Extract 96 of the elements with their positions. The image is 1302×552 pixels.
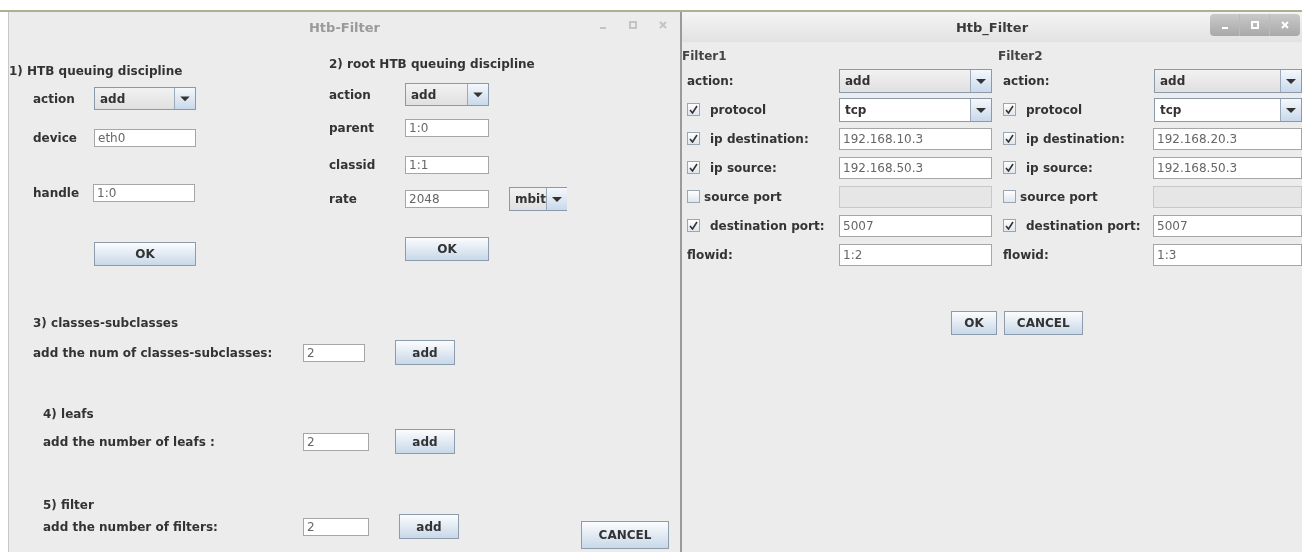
field-label: add the num of classes-subclasses: — [33, 345, 274, 360]
input-field[interactable]: 2 — [303, 343, 365, 362]
close-icon — [659, 21, 667, 29]
field-label: source port — [704, 189, 782, 204]
input-field[interactable]: eth0 — [94, 129, 196, 147]
checkmark-icon — [1005, 163, 1014, 172]
field-label: add the number of filters: — [43, 519, 219, 534]
checkbox[interactable] — [1003, 103, 1016, 116]
add-button[interactable]: add — [395, 340, 455, 365]
input-field[interactable]: 1:0 — [93, 184, 195, 202]
input-field[interactable]: 1:0 — [405, 118, 489, 137]
dropdown[interactable]: add — [405, 83, 489, 106]
ok-button[interactable]: OK — [94, 242, 196, 266]
window-title: Htb-Filter — [309, 19, 380, 35]
add-button[interactable]: add — [399, 514, 459, 539]
minimize-icon — [600, 27, 606, 29]
input-field[interactable]: 192.168.10.3 — [839, 127, 992, 150]
field-label: parent — [329, 120, 376, 135]
input-field[interactable]: 192.168.50.3 — [839, 156, 992, 179]
input-field[interactable]: 1:3 — [1153, 243, 1302, 266]
field-label: ip destination: — [709, 131, 809, 146]
field-label: handle — [33, 186, 81, 200]
input-field[interactable]: 2 — [303, 517, 369, 536]
field-label: ip source: — [709, 160, 777, 175]
section-heading: 2) root HTB queuing discipline — [329, 57, 536, 73]
caret-icon — [1280, 69, 1301, 92]
checkbox[interactable] — [687, 132, 700, 145]
field-label: ip source: — [1025, 160, 1093, 175]
input-field[interactable]: 1:2 — [839, 243, 992, 266]
input-field[interactable]: 5007 — [1153, 214, 1302, 237]
window-title: Htb_Filter — [955, 19, 1029, 35]
field-label: protocol — [1025, 102, 1083, 117]
field-label: rate — [329, 192, 358, 206]
field-label: source port — [1020, 189, 1098, 204]
section-heading: 3) classes-subclasses — [33, 316, 180, 332]
caret-icon — [970, 69, 991, 92]
field-label: action: — [1003, 73, 1050, 88]
checkmark-icon — [689, 163, 698, 172]
maximize-icon — [1250, 21, 1259, 29]
section-heading: 5) filter — [43, 498, 95, 514]
checkbox[interactable] — [687, 103, 700, 116]
field-label: add the number of leafs : — [43, 434, 216, 449]
checkbox[interactable] — [1003, 161, 1016, 174]
minimize-button[interactable] — [1210, 14, 1240, 36]
dropdown[interactable]: mbit — [509, 187, 567, 211]
maximize-icon — [629, 21, 637, 29]
field-label: protocol — [709, 102, 767, 117]
field-label: action: — [687, 73, 734, 88]
checkbox[interactable] — [1003, 132, 1016, 145]
add-button[interactable]: add — [395, 429, 455, 454]
input-field[interactable]: 5007 — [839, 214, 992, 237]
section-heading: 4) leafs — [43, 407, 95, 423]
checkbox[interactable] — [1003, 219, 1016, 232]
field-label: flowid: — [1003, 247, 1049, 262]
column-heading: Filter1 — [682, 48, 727, 65]
caret-icon — [970, 98, 991, 121]
field-label: classid — [329, 158, 377, 172]
dropdown[interactable]: add — [839, 68, 992, 93]
minimize-icon — [1221, 27, 1228, 29]
input-field[interactable]: 2 — [303, 432, 369, 451]
input-field[interactable]: 1:1 — [405, 156, 489, 174]
caret-icon — [467, 84, 488, 105]
checkbox[interactable] — [687, 161, 700, 174]
field-label: destination port: — [709, 218, 825, 233]
caret-icon — [1280, 98, 1301, 121]
dropdown[interactable]: add — [94, 87, 196, 110]
cancel-button[interactable]: CANCEL — [581, 521, 669, 549]
checkmark-icon — [689, 105, 698, 114]
caret-icon — [545, 188, 567, 210]
checkmark-icon — [1005, 105, 1014, 114]
dropdown[interactable]: add — [1154, 68, 1302, 93]
field-label: action — [329, 87, 372, 102]
field-label: ip destination: — [1025, 131, 1125, 146]
field-label: device — [33, 131, 78, 145]
input-field[interactable]: 192.168.20.3 — [1153, 127, 1302, 150]
dropdown[interactable]: tcp — [1154, 97, 1302, 122]
checkmark-icon — [1005, 221, 1014, 230]
checkmark-icon — [689, 221, 698, 230]
checkbox[interactable] — [687, 219, 700, 232]
dropdown[interactable]: tcp — [839, 97, 992, 122]
checkmark-icon — [689, 134, 698, 143]
input-field[interactable]: 192.168.50.3 — [1153, 156, 1302, 179]
close-button[interactable] — [1270, 14, 1300, 36]
caret-icon — [174, 88, 195, 109]
ok-button[interactable]: OK — [951, 311, 997, 335]
section-heading: 1) HTB queuing discipline — [9, 64, 184, 80]
field-label: action — [33, 91, 76, 106]
checkmark-icon — [1005, 134, 1014, 143]
ok-button[interactable]: OK — [405, 237, 489, 261]
close-icon — [1281, 21, 1289, 29]
field-label: destination port: — [1025, 218, 1141, 233]
maximize-button[interactable] — [1240, 14, 1270, 36]
column-heading: Filter2 — [998, 48, 1043, 65]
cancel-button[interactable]: CANCEL — [1003, 311, 1083, 335]
field-label: flowid: — [687, 247, 733, 262]
input-field[interactable]: 2048 — [405, 190, 489, 208]
